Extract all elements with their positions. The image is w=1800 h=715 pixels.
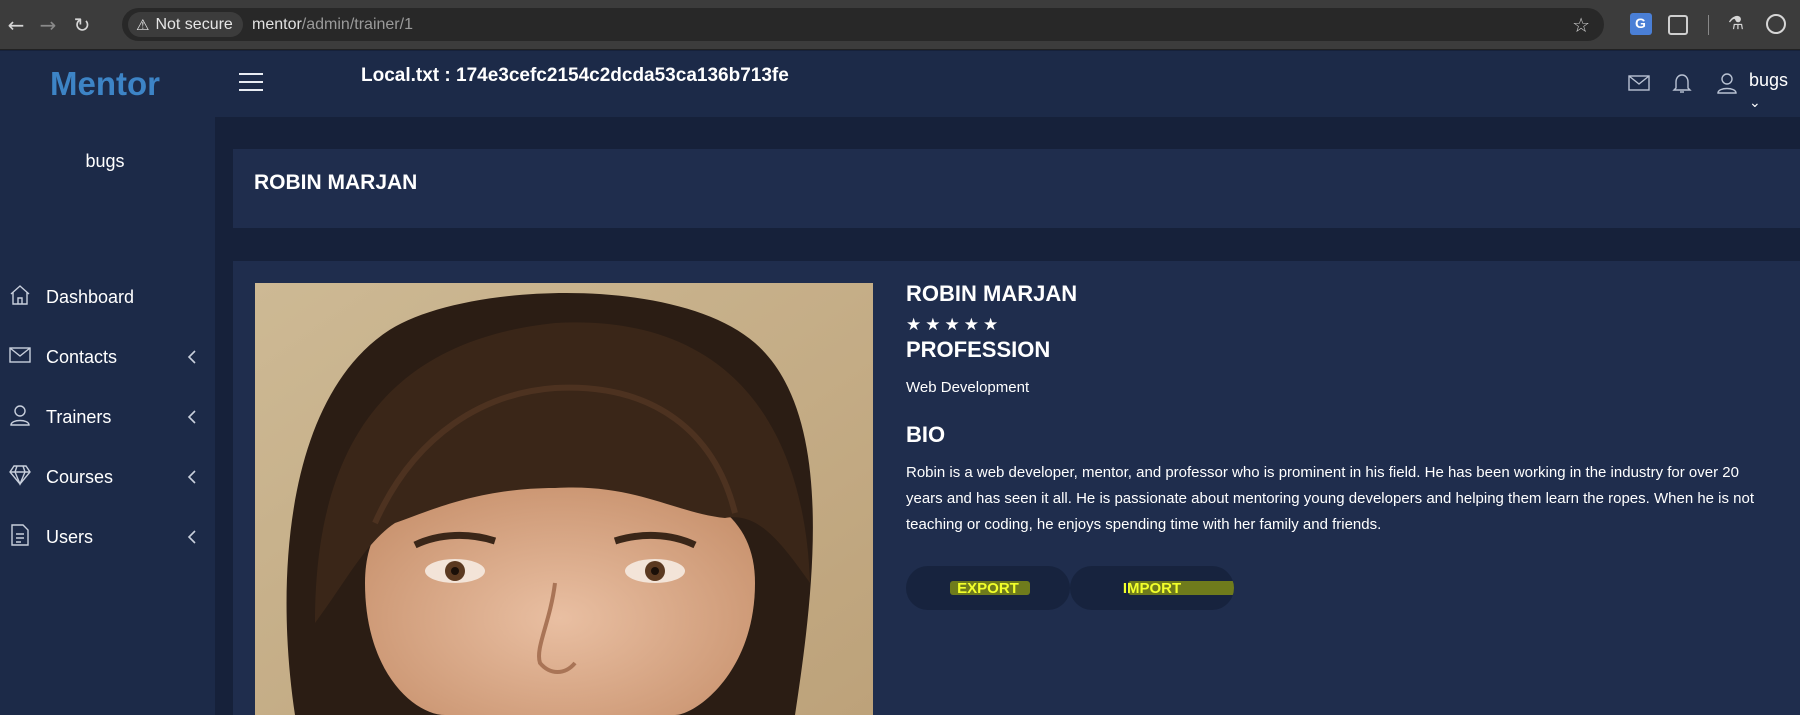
top-header: Local.txt : 174e3cefc2154c2dcda53ca136b7…: [215, 51, 1800, 117]
chevron-left-icon: [187, 530, 196, 544]
toolbar-divider: [1708, 15, 1709, 35]
profession-value: Web Development: [906, 379, 1030, 396]
chevron-left-icon: [187, 470, 196, 484]
sidebar-item-label: Dashboard: [46, 287, 135, 307]
warning-icon: ⚠: [136, 15, 150, 34]
url-path: /admin/trainer/1: [301, 16, 413, 33]
sidebar-item-label: Users: [46, 527, 94, 547]
chevron-left-icon: [187, 350, 196, 364]
url-text[interactable]: mentor/admin/trainer/1: [252, 16, 413, 34]
action-buttons: EXPORT IMPORT: [906, 566, 1786, 610]
chevron-left-icon: [187, 410, 196, 424]
trainer-info: ROBIN MARJAN ★ ★ ★ ★ ★ PROFESSION Web De…: [906, 281, 1786, 610]
user-icon[interactable]: [1715, 71, 1739, 95]
sidebar-item-dashboard[interactable]: Dashboard: [0, 277, 215, 317]
home-icon: [10, 285, 30, 305]
brand-logo[interactable]: Mentor: [0, 65, 210, 103]
import-button[interactable]: IMPORT: [1070, 566, 1234, 610]
security-label: Not secure: [155, 15, 233, 33]
sidebar-item-trainers[interactable]: Trainers: [0, 397, 215, 437]
sidebar: Mentor bugs Dashboard Contacts Trainers …: [0, 51, 215, 715]
import-label: IMPORT: [1122, 579, 1182, 597]
trainer-photo: [255, 283, 873, 715]
trainer-profile-card: ROBIN MARJAN ★ ★ ★ ★ ★ PROFESSION Web De…: [233, 261, 1800, 715]
bell-icon[interactable]: [1670, 71, 1694, 95]
star-icon: ★: [906, 315, 922, 335]
star-icon: ★: [944, 315, 960, 335]
sidebar-item-users[interactable]: Users: [0, 517, 215, 557]
extensions-puzzle-icon[interactable]: [1668, 15, 1688, 35]
export-label: EXPORT: [957, 579, 1019, 597]
sidebar-item-label: Contacts: [46, 347, 118, 367]
site-security-chip[interactable]: ⚠ Not secure: [128, 12, 243, 37]
profession-heading: PROFESSION: [906, 337, 1051, 362]
local-txt-flag: Local.txt : 174e3cefc2154c2dcda53ca136b7…: [361, 65, 789, 86]
back-arrow-icon[interactable]: ←: [2, 11, 30, 39]
sidebar-item-courses[interactable]: Courses: [0, 457, 215, 497]
diamond-icon: [9, 465, 31, 486]
user-menu-toggle[interactable]: bugs ⌄: [1749, 70, 1800, 112]
user-icon: [10, 405, 30, 426]
chevron-down-icon: ⌄: [1749, 95, 1761, 111]
labs-flask-icon[interactable]: ⚗: [1725, 13, 1747, 35]
star-icon: ★: [983, 315, 999, 335]
star-icon: ★: [963, 315, 979, 335]
document-icon: [11, 524, 29, 546]
bookmark-star-icon[interactable]: ☆: [1572, 13, 1590, 37]
page-title-card: ROBIN MARJAN: [233, 149, 1800, 228]
sidebar-item-label: Trainers: [46, 407, 112, 427]
header-user-name: bugs: [1749, 70, 1789, 90]
trainer-portrait-image: [255, 283, 873, 715]
address-bar[interactable]: ⚠ Not secure mentor/admin/trainer/1 ☆: [122, 8, 1604, 41]
translate-extension-icon[interactable]: [1630, 13, 1652, 35]
reload-icon[interactable]: ↻: [68, 11, 96, 39]
trainer-name: ROBIN MARJAN: [906, 281, 1078, 306]
page-title: ROBIN MARJAN: [254, 171, 418, 194]
sidebar-item-contacts[interactable]: Contacts: [0, 337, 215, 377]
rating-stars: ★ ★ ★ ★ ★: [906, 315, 1786, 335]
browser-toolbar: ← → ↻ ⚠ Not secure mentor/admin/trainer/…: [0, 0, 1800, 50]
url-host: mentor: [252, 16, 302, 33]
bio-text: Robin is a web developer, mentor, and pr…: [906, 464, 1755, 533]
sidebar-user-name: bugs: [85, 151, 125, 171]
hamburger-menu-icon[interactable]: [239, 73, 263, 93]
export-button[interactable]: EXPORT: [906, 566, 1070, 610]
envelope-icon: [9, 347, 31, 363]
forward-arrow-icon[interactable]: →: [34, 11, 62, 39]
star-icon: ★: [925, 315, 941, 335]
envelope-icon[interactable]: [1627, 71, 1651, 95]
profile-icon[interactable]: [1766, 14, 1786, 34]
sidebar-item-label: Courses: [46, 467, 114, 487]
bio-heading: BIO: [906, 422, 946, 447]
